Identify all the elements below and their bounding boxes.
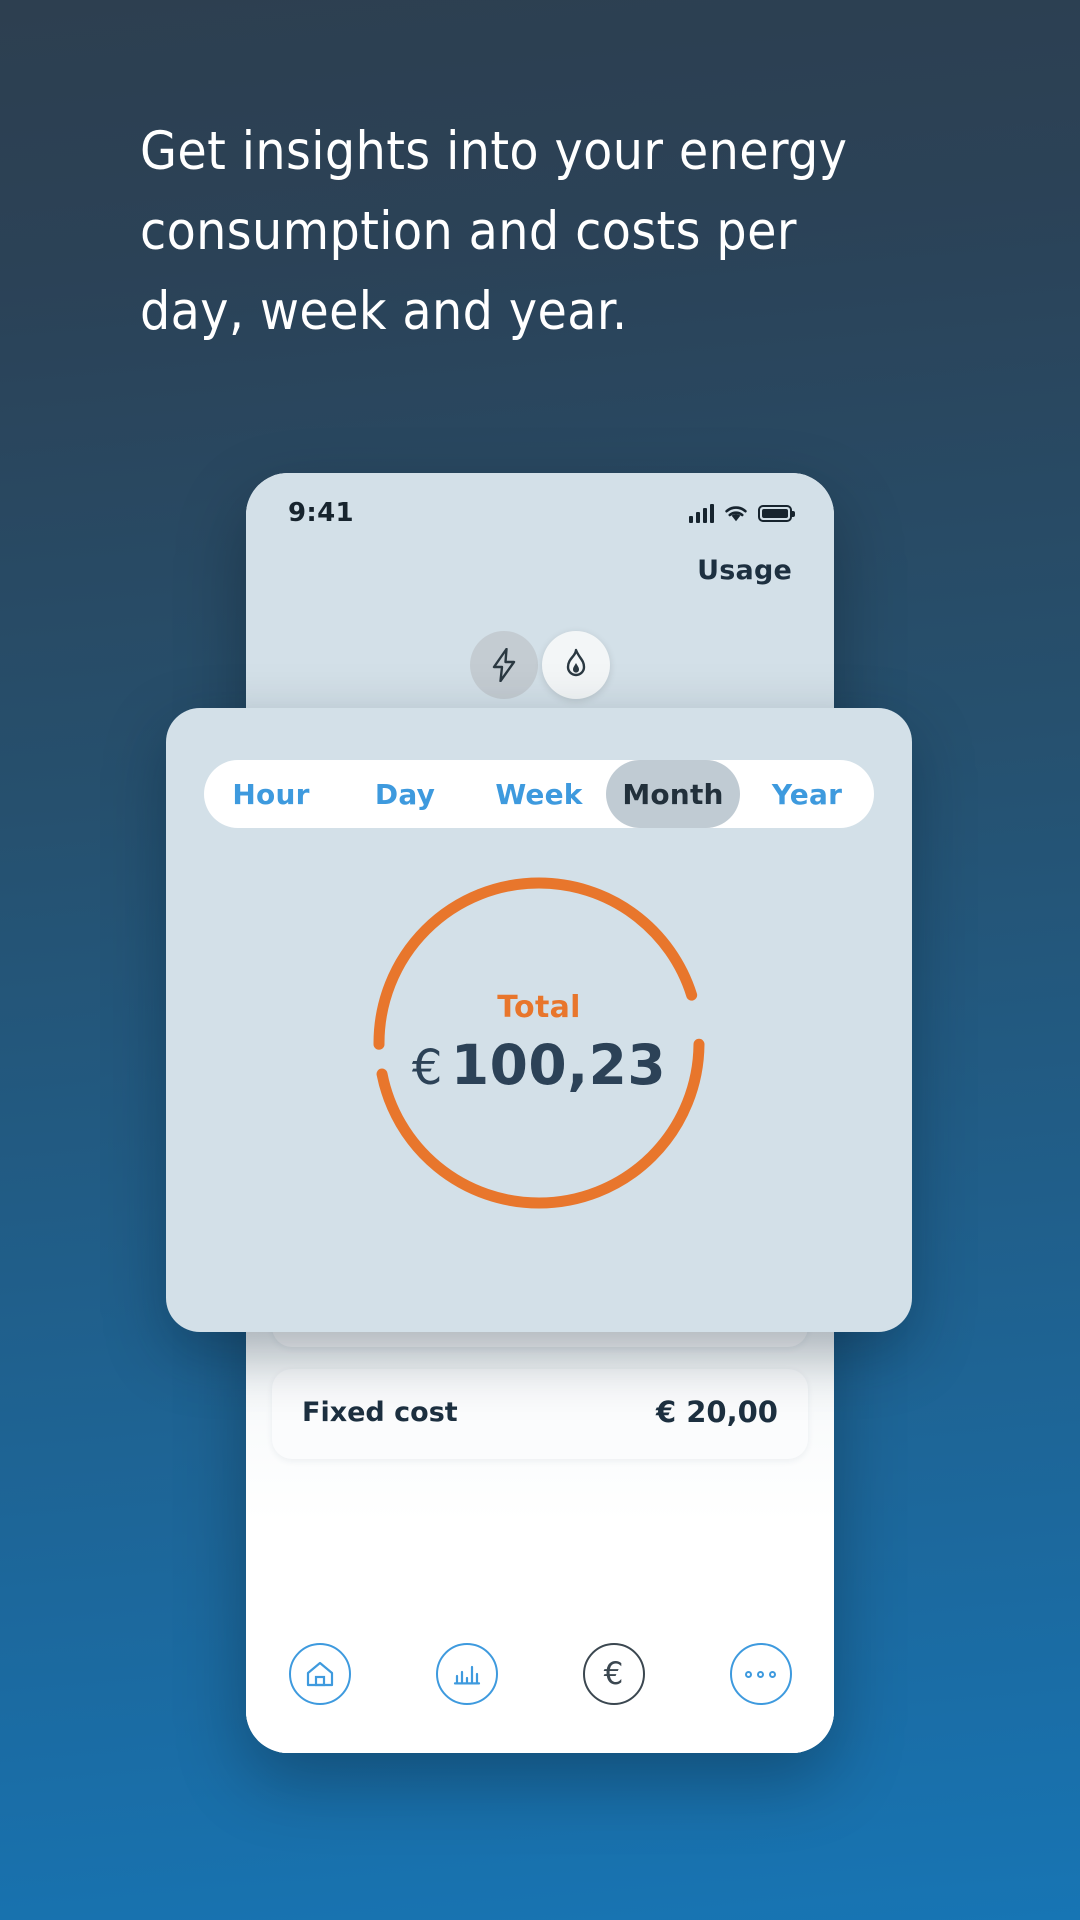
donut-center-text: Total €100,23 — [364, 868, 714, 1218]
donut-label: Total — [497, 989, 581, 1025]
status-bar: 9:41 — [246, 473, 834, 535]
wifi-icon — [725, 505, 747, 521]
nav-more-button[interactable] — [729, 1643, 792, 1705]
segment-week[interactable]: Week — [472, 760, 606, 828]
fixed-cost-value: € 20,00 — [655, 1395, 778, 1429]
donut-amount: 100,23 — [450, 1032, 667, 1097]
donut-currency: € — [411, 1039, 443, 1096]
total-donut-section: Total €100,23 — [166, 868, 912, 1218]
status-icons — [688, 503, 795, 523]
fixed-cost-label: Fixed cost — [302, 1396, 458, 1428]
flame-icon — [566, 648, 586, 677]
segment-month[interactable]: Month — [606, 760, 740, 828]
page-headline: Get insights into your energy consumptio… — [140, 121, 848, 342]
page-title: Usage — [697, 555, 792, 586]
cellular-signal-icon — [688, 503, 714, 523]
home-icon — [306, 1661, 333, 1687]
battery-full-icon — [758, 504, 795, 522]
more-dots-icon — [745, 1670, 776, 1678]
nav-costs-button[interactable]: € — [582, 1643, 645, 1705]
period-overlay-card: Hour Day Week Month Year Total €100,23 — [166, 708, 912, 1332]
bar-chart-icon — [453, 1665, 480, 1685]
fixed-cost-card[interactable]: Fixed cost € 20,00 — [272, 1369, 808, 1459]
donut-value: €100,23 — [412, 1033, 666, 1097]
total-donut: Total €100,23 — [364, 868, 714, 1218]
bottom-navigation: € — [246, 1621, 834, 1753]
period-segmented-control: Hour Day Week Month Year — [204, 760, 874, 828]
energy-source-toggle — [246, 631, 834, 699]
nav-stats-button[interactable] — [435, 1643, 498, 1705]
nav-home-button[interactable] — [288, 1643, 351, 1705]
segment-year[interactable]: Year — [740, 760, 874, 828]
euro-icon: € — [603, 1655, 624, 1692]
segment-hour[interactable]: Hour — [204, 760, 338, 828]
bolt-icon — [492, 648, 516, 682]
status-time: 9:41 — [288, 498, 354, 528]
electricity-toggle-button[interactable] — [470, 631, 538, 699]
segment-day[interactable]: Day — [338, 760, 472, 828]
gas-toggle-button[interactable] — [542, 631, 610, 699]
